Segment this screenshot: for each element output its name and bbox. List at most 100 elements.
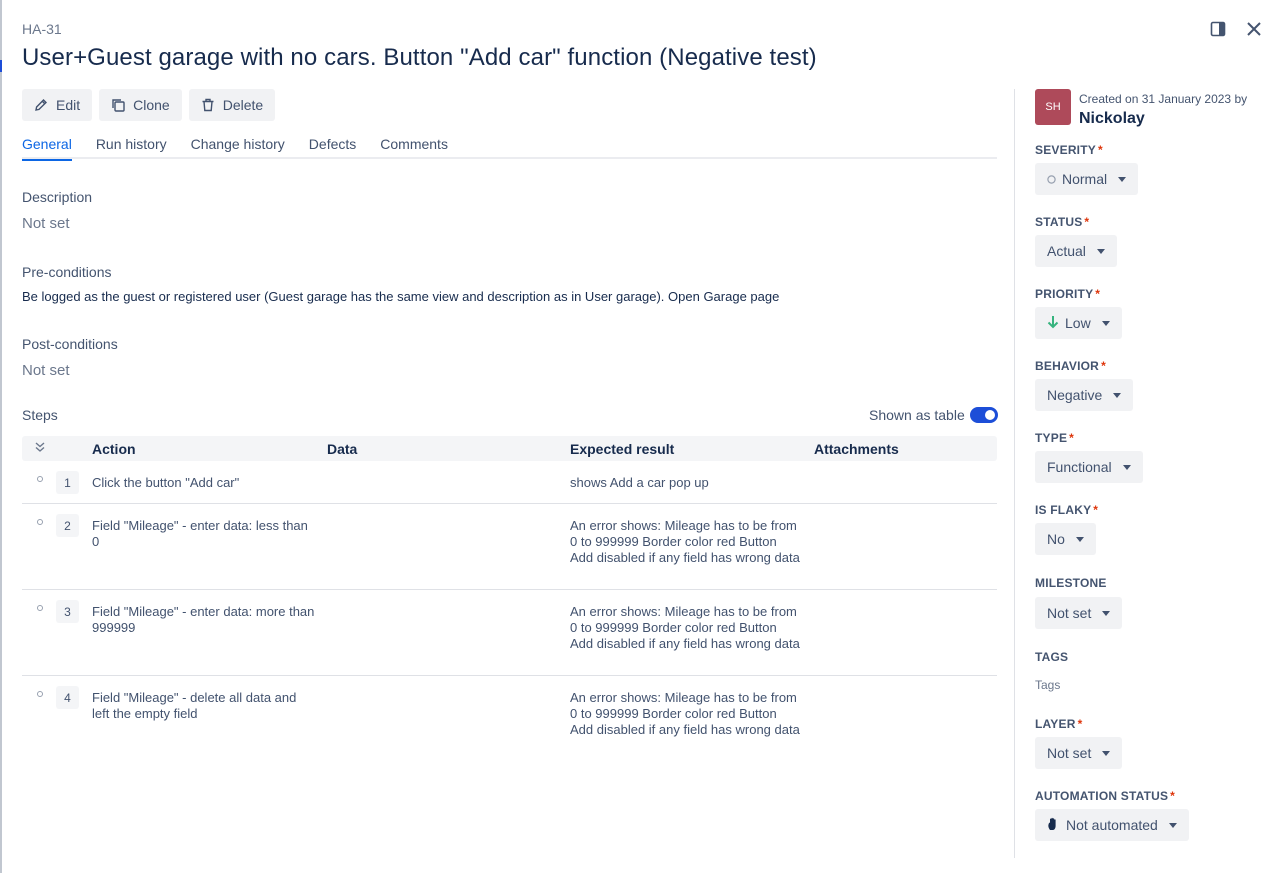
status-label: STATUS * [1035,215,1090,229]
type-value: Functional [1047,459,1112,475]
type-dropdown[interactable]: Functional [1035,451,1143,483]
step-action[interactable]: Click the button "Add car" [92,475,317,491]
step-expected[interactable]: An error shows: Mileage has to be from 0… [570,690,800,738]
tab-run-history[interactable]: Run history [96,132,167,159]
tab-comments[interactable]: Comments [380,132,448,159]
step-action[interactable]: Field "Mileage" - enter data: less than … [92,518,317,550]
step-number[interactable]: 4 [56,686,79,709]
milestone-label: MILESTONE [1035,576,1107,590]
milestone-dropdown[interactable]: Not set [1035,597,1123,629]
tags-field[interactable]: Tags [1035,678,1060,692]
automation-status-dropdown[interactable]: Not automated [1035,809,1189,841]
layer-label: LAYER * [1035,717,1083,731]
steps-table-header: Action Data Expected result Attachments [22,436,997,461]
step-select-dot[interactable] [37,605,43,611]
table-row[interactable]: 1 Click the button "Add car" shows Add a… [22,461,997,504]
circle-outline-icon [1047,171,1056,187]
chevron-down-icon [1101,320,1110,326]
is-flaky-label: IS FLAKY * [1035,503,1099,517]
step-select-dot[interactable] [37,476,43,482]
avatar[interactable]: SH [1035,89,1071,125]
shown-as-table-label: Shown as table [869,407,965,423]
step-action[interactable]: Field "Mileage" - enter data: more than … [92,604,317,636]
author-name[interactable]: Nickolay [1079,110,1145,128]
postconditions-value[interactable]: Not set [22,362,70,379]
chevron-down-icon [1096,248,1105,254]
automation-status-value: Not automated [1066,817,1158,833]
steps-label: Steps [22,407,58,423]
priority-label: PRIORITY * [1035,287,1101,301]
step-number[interactable]: 1 [56,471,79,494]
priority-value: Low [1065,315,1091,331]
severity-value: Normal [1062,171,1108,187]
page-title: User+Guest garage with no cars. Button "… [22,44,817,71]
chevron-down-icon [1122,464,1131,470]
is-flaky-dropdown[interactable]: No [1035,523,1096,555]
delete-button[interactable]: Delete [188,89,276,121]
pencil-icon [34,98,48,112]
tab-defects[interactable]: Defects [309,132,356,159]
steps-table: Action Data Expected result Attachments … [22,436,997,762]
behavior-dropdown[interactable]: Negative [1035,379,1134,411]
issue-key[interactable]: HA-31 [22,21,62,37]
chevron-down-icon [1075,536,1084,542]
layer-value: Not set [1047,745,1092,761]
preconditions-value[interactable]: Be logged as the guest or registered use… [22,289,779,304]
tags-label: TAGS [1035,650,1069,664]
step-number[interactable]: 2 [56,514,79,537]
tab-general[interactable]: General [22,132,72,161]
description-label: Description [22,189,93,205]
created-text: Created on 31 January 2023 by [1079,92,1248,106]
status-dropdown[interactable]: Actual [1035,235,1117,267]
preconditions-label: Pre-conditions [22,264,112,280]
chevron-down-icon [1168,822,1177,828]
is-flaky-value: No [1047,531,1065,547]
column-data: Data [327,441,358,457]
copy-icon [111,98,125,112]
toolbar: Edit Clone Delete [22,89,276,121]
tab-change-history[interactable]: Change history [191,132,285,159]
shown-as-table-toggle[interactable] [969,407,998,423]
step-expected[interactable]: An error shows: Mileage has to be from 0… [570,604,800,652]
severity-dropdown[interactable]: Normal [1035,163,1139,195]
milestone-value: Not set [1047,605,1092,621]
side-panel-icon[interactable] [1207,18,1229,40]
priority-dropdown[interactable]: Low [1035,307,1122,339]
layer-dropdown[interactable]: Not set [1035,737,1123,769]
close-icon[interactable] [1243,18,1265,40]
step-select-dot[interactable] [37,691,43,697]
edit-button-label: Edit [56,97,81,113]
sidebar-divider [1014,89,1015,858]
step-action[interactable]: Field "Mileage" - delete all data and le… [92,690,317,722]
clone-button-label: Clone [133,97,170,113]
arrow-down-icon [1047,315,1059,332]
trash-icon [201,98,215,112]
postconditions-label: Post-conditions [22,336,118,352]
table-row[interactable]: 4 Field "Mileage" - delete all data and … [22,676,997,762]
step-expected[interactable]: shows Add a car pop up [570,475,800,491]
status-value: Actual [1047,243,1086,259]
step-expected[interactable]: An error shows: Mileage has to be from 0… [570,518,800,566]
column-attachments: Attachments [814,441,899,457]
description-value[interactable]: Not set [22,215,70,232]
hand-icon [1047,817,1060,834]
edit-button[interactable]: Edit [22,89,93,121]
column-expected-result: Expected result [570,441,675,457]
chevron-down-icon [1102,750,1111,756]
chevron-down-icon [1118,176,1127,182]
shown-as-table-control: Shown as table [869,407,998,423]
behavior-value: Negative [1047,387,1103,403]
toggle-knob [984,410,995,420]
behavior-label: BEHAVIOR * [1035,359,1106,373]
automation-status-label: AUTOMATION STATUS * [1035,789,1176,803]
tab-bar: General Run history Change history Defec… [22,132,997,161]
step-number[interactable]: 3 [56,600,79,623]
column-action: Action [92,441,136,457]
type-label: TYPE * [1035,431,1075,445]
table-row[interactable]: 3 Field "Mileage" - enter data: more tha… [22,590,997,676]
clone-button[interactable]: Clone [99,89,182,121]
collapse-all-icon[interactable] [33,440,47,457]
table-row[interactable]: 2 Field "Mileage" - enter data: less tha… [22,504,997,590]
chevron-down-icon [1102,610,1111,616]
step-select-dot[interactable] [37,519,43,525]
